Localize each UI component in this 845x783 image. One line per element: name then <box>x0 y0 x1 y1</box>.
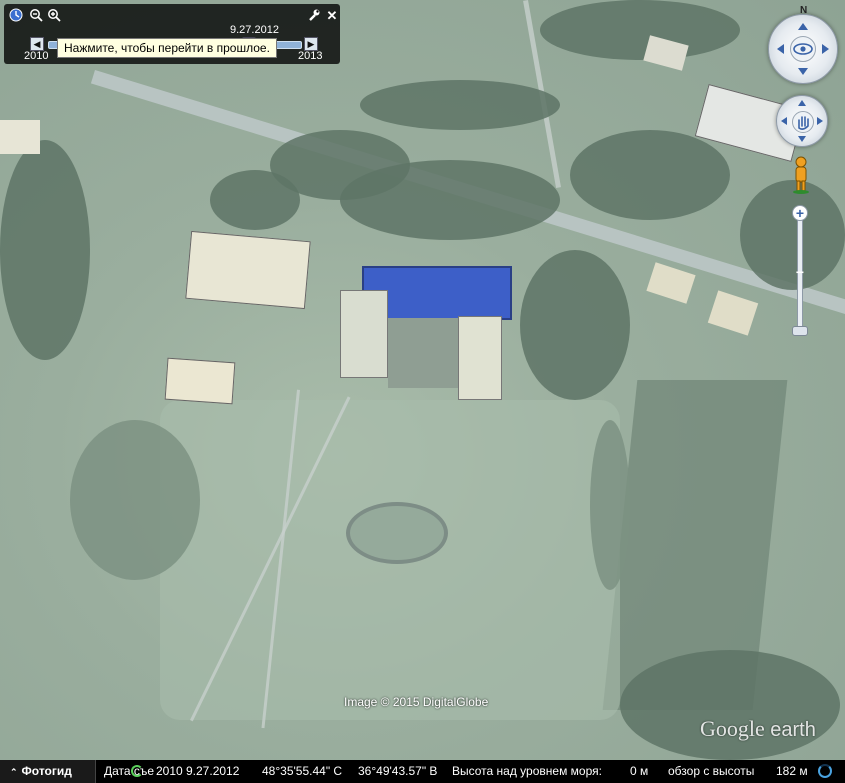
close-icon[interactable]: ✕ <box>324 8 340 24</box>
tree-cluster <box>340 160 560 240</box>
zoom-in-button[interactable]: + <box>792 205 808 221</box>
move-control[interactable] <box>776 95 828 147</box>
start-year-label: 2010 <box>24 50 49 62</box>
house-roof <box>707 290 759 336</box>
historical-imagery-panel: ✕ 9.27.2012 ◀ ▶ 2010 2013 Нажмите, чтобы… <box>4 4 340 64</box>
tree-cluster <box>570 130 730 220</box>
tree-cluster <box>590 420 630 590</box>
clock-icon[interactable] <box>8 8 24 24</box>
tree-cluster <box>70 420 200 580</box>
tree-cluster <box>520 250 630 400</box>
look-control[interactable] <box>768 14 838 84</box>
current-date-label: 9.27.2012 <box>230 24 279 36</box>
elevation-label: Высота над уровнем моря: <box>452 764 602 778</box>
latitude: 48°35'55.44" С <box>262 764 343 778</box>
zoom-in-time-icon[interactable] <box>46 8 62 24</box>
step-forward-button[interactable]: ▶ <box>304 37 318 51</box>
satellite-map-view[interactable] <box>0 0 845 760</box>
small-building <box>164 357 236 405</box>
zoom-out-time-icon[interactable] <box>28 8 44 24</box>
tree-cluster <box>0 140 90 360</box>
chevron-up-icon: ⌃ <box>10 767 18 777</box>
eye-icon[interactable] <box>790 36 816 62</box>
elevation-value: 0 м <box>630 764 649 778</box>
tree-cluster <box>210 170 300 230</box>
end-year-label: 2013 <box>298 50 323 62</box>
streaming-progress-icon <box>131 765 143 777</box>
imagery-date-label: Дата съе <box>104 764 155 778</box>
school-building-east-wing <box>458 316 502 400</box>
building-roof-west <box>185 230 311 310</box>
school-courtyard <box>388 318 458 388</box>
zoom-mid-marker: − <box>795 264 805 280</box>
step-back-button[interactable]: ◀ <box>30 37 44 51</box>
tree-cluster <box>540 0 740 60</box>
school-building-west-wing <box>340 290 388 378</box>
tree-cluster <box>620 650 840 760</box>
loading-spinner-icon <box>818 764 832 778</box>
longitude: 36°49'43.57" В <box>358 764 438 778</box>
eye-altitude-value: 182 м <box>776 764 808 778</box>
tour-guide-button[interactable]: ⌃ Фотогид <box>0 760 96 783</box>
eye-altitude-label: обзор с высоты <box>668 764 755 778</box>
imagery-date: 9.27.2012 <box>186 764 240 778</box>
street-view-pegman-icon[interactable] <box>792 156 810 194</box>
wrench-settings-icon[interactable] <box>306 8 322 24</box>
house-roof <box>646 262 696 304</box>
status-bar: ⌃ Фотогид Дата съе 2010 9.27.2012 48°35'5… <box>0 760 845 783</box>
hand-icon[interactable] <box>792 111 814 133</box>
tree-cluster <box>360 80 560 130</box>
imagery-credit: Image © 2015 DigitalGlobe <box>344 695 489 709</box>
google-earth-logo: Google earth <box>700 716 816 741</box>
oval-track <box>346 502 448 564</box>
house-roof <box>0 120 40 154</box>
tooltip: Нажмите, чтобы перейти в прошлое. <box>57 38 277 58</box>
imagery-date-year: 2010 <box>156 764 183 778</box>
zoom-slider-thumb[interactable] <box>792 326 808 336</box>
